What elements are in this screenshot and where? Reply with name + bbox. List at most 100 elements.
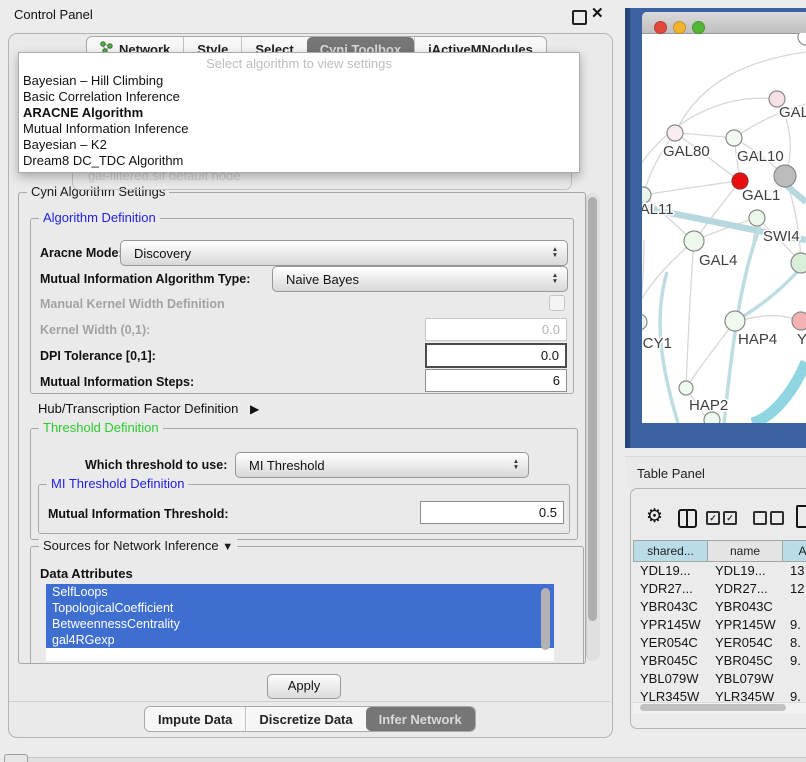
- table-cell: 9.: [783, 616, 806, 634]
- network-node-label: GAL11: [642, 201, 674, 218]
- table-cell: [783, 598, 806, 616]
- network-node[interactable]: [792, 312, 806, 330]
- table-cell: YBR045C: [633, 652, 708, 670]
- collapse-right-arrow-icon: ▶: [250, 402, 259, 416]
- column-view-icon[interactable]: [678, 509, 697, 528]
- network-node[interactable]: [798, 33, 806, 45]
- checked-checkbox-icon[interactable]: ✓: [723, 511, 737, 525]
- float-panel-icon[interactable]: [572, 10, 587, 25]
- network-node-label: HAP2: [689, 397, 728, 414]
- network-node[interactable]: [667, 125, 683, 141]
- unchecked-checkbox-icon[interactable]: [770, 511, 784, 525]
- apply-button[interactable]: Apply: [267, 674, 341, 699]
- hub-transcription-section[interactable]: Hub/Transcription Factor Definition ▶: [38, 401, 259, 416]
- algorithm-popup-placeholder: Select algorithm to view settings: [19, 55, 579, 73]
- bottom-tab-divider: [9, 701, 610, 702]
- table-column-header[interactable]: A: [783, 540, 806, 562]
- algorithm-option[interactable]: Basic Correlation Inference: [19, 89, 579, 105]
- stepper-arrows-icon: ▲▼: [547, 247, 567, 259]
- table-row[interactable]: YPR145WYPR145W9.: [633, 616, 806, 634]
- settings-scrollbar-thumb[interactable]: [588, 197, 597, 621]
- table-cell: YBR045C: [708, 652, 783, 670]
- table-cell: YBL079W: [633, 670, 708, 688]
- table-cell: YDL19...: [708, 562, 783, 580]
- which-threshold-select[interactable]: MI Threshold ▲▼: [235, 452, 529, 478]
- network-node[interactable]: [791, 253, 806, 273]
- table-cell: YLR345W: [633, 688, 708, 702]
- gear-icon[interactable]: ⚙: [646, 505, 663, 528]
- table-cell: YER054C: [633, 634, 708, 652]
- bottom-panel-edge: [28, 757, 806, 762]
- table-cell: YPR145W: [708, 616, 783, 634]
- network-window-titlebar[interactable]: [642, 12, 806, 34]
- which-threshold-label: Which threshold to use:: [85, 458, 227, 472]
- network-node[interactable]: [749, 210, 765, 226]
- data-attribute-item[interactable]: SelfLoops: [46, 584, 554, 600]
- tab-discretize-data[interactable]: Discretize Data: [245, 707, 365, 731]
- data-attributes-list[interactable]: SelfLoopsTopologicalCoefficientBetweenne…: [46, 584, 554, 661]
- network-canvas[interactable]: GALGAL80GAL10GAL1GAL11GAL4SWI4GCY1HAP4YH…: [642, 33, 806, 423]
- network-node[interactable]: [774, 165, 796, 187]
- data-attribute-item[interactable]: gal4RGexp: [46, 632, 554, 648]
- dpi-tolerance-input[interactable]: 0.0: [425, 343, 567, 368]
- data-attribute-item[interactable]: BetweennessCentrality: [46, 616, 554, 632]
- attributes-list-scrollbar-thumb[interactable]: [541, 588, 550, 650]
- network-edge: [752, 362, 806, 423]
- network-node[interactable]: [725, 311, 745, 331]
- algorithm-option[interactable]: Bayesian – K2: [19, 137, 579, 153]
- network-node-label: GCY1: [642, 335, 672, 352]
- table-row[interactable]: YBR043CYBR043C: [633, 598, 806, 616]
- table-cell: 9.: [783, 652, 806, 670]
- table-column-header[interactable]: shared...: [633, 540, 708, 562]
- aracne-mode-select[interactable]: Discovery ▲▼: [120, 240, 568, 266]
- table-hscrollbar-thumb[interactable]: [640, 704, 786, 711]
- tab-infer-network[interactable]: Infer Network: [366, 707, 475, 731]
- close-panel-icon[interactable]: ✕: [591, 4, 604, 22]
- tab-impute-data[interactable]: Impute Data: [145, 707, 245, 731]
- table-row[interactable]: YDR27...YDR27...12: [633, 580, 806, 598]
- network-edge: [675, 133, 734, 138]
- manual-kernel-width-checkbox[interactable]: [549, 295, 565, 311]
- algorithm-option[interactable]: Dream8 DC_TDC Algorithm: [19, 153, 579, 169]
- table-cell: YDR27...: [633, 580, 708, 598]
- network-node[interactable]: [679, 381, 693, 395]
- mi-algorithm-type-label: Mutual Information Algorithm Type:: [40, 272, 250, 286]
- table-row[interactable]: YDL19...YDL19...13: [633, 562, 806, 580]
- network-node-label: GAL1: [742, 187, 780, 204]
- table-cell: 8.: [783, 634, 806, 652]
- checked-checkbox-icon[interactable]: ✓: [706, 511, 720, 525]
- data-attributes-label: Data Attributes: [40, 566, 133, 581]
- mi-threshold-input[interactable]: 0.5: [420, 501, 564, 524]
- mi-steps-label: Mutual Information Steps:: [40, 375, 194, 389]
- network-edge: [643, 181, 740, 195]
- table-cell: YDR27...: [708, 580, 783, 598]
- bottom-left-button[interactable]: [4, 754, 28, 762]
- algorithm-option[interactable]: ARACNE Algorithm: [19, 105, 579, 121]
- document-icon[interactable]: [796, 505, 806, 528]
- threshold-definition-title: Threshold Definition: [39, 420, 163, 435]
- table-row[interactable]: YBL079WYBL079W: [633, 670, 806, 688]
- algorithm-option[interactable]: Mutual Information Inference: [19, 121, 579, 137]
- network-node-label: Y: [797, 331, 806, 348]
- unchecked-checkbox-icon[interactable]: [753, 511, 767, 525]
- network-node[interactable]: [684, 231, 704, 251]
- algorithm-definition-title: Algorithm Definition: [39, 210, 160, 225]
- network-node[interactable]: [726, 130, 742, 146]
- mi-threshold-label: Mutual Information Threshold:: [48, 507, 229, 521]
- data-attribute-item[interactable]: TopologicalCoefficient: [46, 600, 554, 616]
- mi-algorithm-type-select[interactable]: Naive Bayes ▲▼: [272, 266, 568, 292]
- table-row[interactable]: YBR045CYBR045C9.: [633, 652, 806, 670]
- table-row[interactable]: YER054CYER054C8.: [633, 634, 806, 652]
- table-row[interactable]: YLR345WYLR345W9.: [633, 688, 806, 702]
- stepper-arrows-icon: ▲▼: [547, 273, 567, 285]
- kernel-width-input[interactable]: 0.0: [425, 318, 567, 341]
- table-column-header[interactable]: name: [708, 540, 783, 562]
- sources-title[interactable]: Sources for Network Inference ▼: [39, 538, 237, 553]
- algorithm-option[interactable]: Bayesian – Hill Climbing: [19, 73, 579, 89]
- network-edge: [742, 270, 799, 317]
- mi-threshold-definition-title: MI Threshold Definition: [47, 476, 188, 491]
- mi-steps-input[interactable]: 6: [425, 369, 567, 392]
- network-node[interactable]: [642, 314, 647, 330]
- network-node-label: HAP4: [738, 331, 777, 348]
- network-node-label: SWI4: [763, 228, 800, 245]
